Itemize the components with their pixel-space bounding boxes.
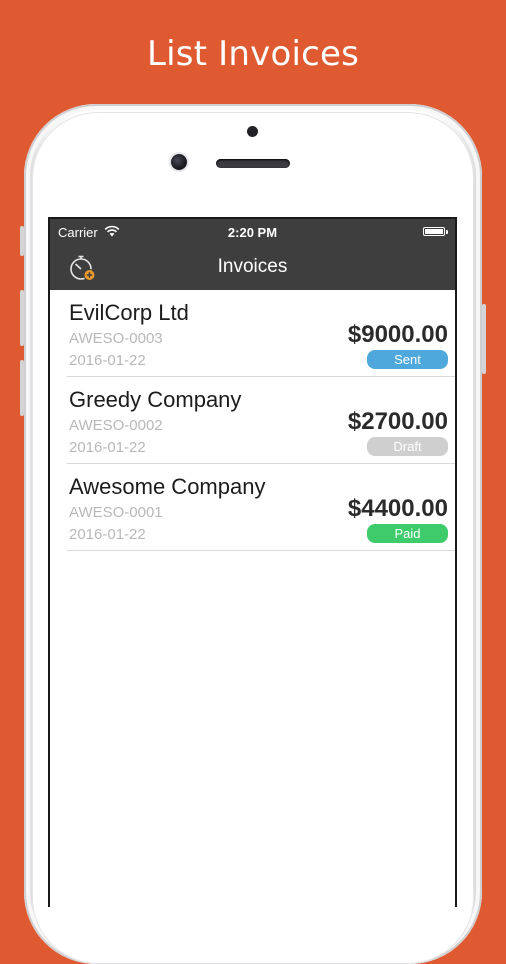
- status-bar: Carrier 2:20 PM: [50, 219, 455, 245]
- invoice-list: EvilCorp Ltd AWESO-0003 2016-01-22 $9000…: [50, 290, 455, 551]
- invoice-number: AWESO-0003: [69, 330, 163, 347]
- invoice-client: Greedy Company: [69, 387, 242, 412]
- status-badge: Draft: [367, 437, 448, 456]
- status-badge: Paid: [367, 524, 448, 543]
- invoice-client: EvilCorp Ltd: [69, 300, 189, 325]
- status-badge: Sent: [367, 350, 448, 369]
- invoice-row[interactable]: Greedy Company AWESO-0002 2016-01-22 $27…: [67, 377, 455, 464]
- top-bar: Carrier 2:20 PM Invoices: [50, 219, 455, 290]
- volume-down-button: [20, 360, 24, 416]
- invoice-amount: $2700.00: [347, 408, 448, 435]
- phone-screen: Carrier 2:20 PM Invoices EvilCorp Ltd AW…: [48, 217, 457, 907]
- front-camera: [171, 154, 187, 170]
- page-headline: List Invoices: [146, 34, 360, 74]
- invoice-number: AWESO-0002: [69, 417, 163, 434]
- nav-title: Invoices: [217, 256, 288, 277]
- mute-switch: [20, 226, 24, 256]
- battery-icon: [423, 227, 448, 236]
- invoice-date: 2016-01-22: [69, 526, 146, 543]
- volume-up-button: [20, 290, 24, 346]
- navigation-bar: Invoices: [50, 245, 455, 290]
- status-time: 2:20 PM: [227, 225, 278, 240]
- invoice-number: AWESO-0001: [69, 504, 163, 521]
- invoice-amount: $9000.00: [347, 321, 448, 348]
- invoice-client: Awesome Company: [69, 474, 266, 499]
- earpiece-speaker: [216, 159, 290, 168]
- invoice-date: 2016-01-22: [69, 439, 146, 456]
- invoice-row[interactable]: EvilCorp Ltd AWESO-0003 2016-01-22 $9000…: [67, 290, 455, 377]
- invoice-amount: $4400.00: [347, 495, 448, 522]
- front-sensor: [247, 126, 258, 137]
- invoice-row[interactable]: Awesome Company AWESO-0001 2016-01-22 $4…: [67, 464, 455, 551]
- power-button: [482, 304, 486, 374]
- invoice-date: 2016-01-22: [69, 352, 146, 369]
